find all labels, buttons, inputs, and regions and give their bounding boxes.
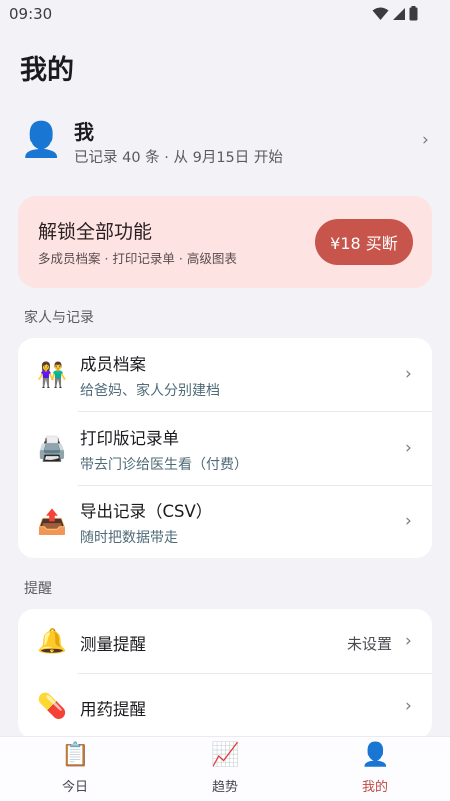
menu-item-print-record[interactable]: 🖨️ 打印版记录单 带去门诊给医生看（付费） › [18,412,432,485]
menu-item-title: 打印版记录单 [80,429,179,448]
bottom-nav: 📋 今日 📈 趋势 👤 我的 [0,736,450,801]
menu-item-title: 成员档案 [80,355,146,374]
status-bar: 09:30 [0,0,450,28]
nav-label: 我的 [361,780,388,795]
chevron-right-icon: › [422,130,429,150]
buy-button[interactable]: ¥18 买断 [315,219,413,265]
page-title: 我的 [20,55,74,86]
chevron-right-icon: › [405,696,412,716]
section-header-family-records: 家人与记录 [24,310,94,326]
person-icon: 👤 [361,742,390,768]
menu-item-subtitle: 带去门诊给医生看（付费） [80,457,248,473]
nav-tab-today[interactable]: 📋 今日 [0,737,150,801]
menu-item-measure-reminder[interactable]: 🔔 测量提醒 未设置 › [18,609,432,673]
chevron-right-icon: › [405,364,412,384]
bell-icon: 🔔 [37,627,67,655]
nav-label: 趋势 [211,780,238,795]
menu-item-subtitle: 随时把数据带走 [80,530,178,546]
nav-tab-trends[interactable]: 📈 趋势 [150,737,300,801]
menu-item-title: 导出记录（CSV） [80,502,213,521]
profile-name: 我 [74,120,94,144]
avatar-icon: 👤 [20,120,63,160]
printer-icon: 🖨️ [37,435,67,463]
menu-item-title: 测量提醒 [80,635,146,654]
reminders-card: 🔔 测量提醒 未设置 › 💊 用药提醒 › [18,609,432,739]
signal-icon [393,7,405,20]
family-records-card: 👫 成员档案 给爸妈、家人分别建档 › 🖨️ 打印版记录单 带去门诊给医生看（付… [18,338,432,558]
wifi-icon [372,7,389,20]
chevron-right-icon: › [405,438,412,458]
status-time: 09:30 [9,5,53,23]
section-header-reminders: 提醒 [24,581,52,597]
pill-icon: 💊 [37,692,67,720]
promo-title: 解锁全部功能 [38,221,153,243]
chevron-right-icon: › [405,631,412,651]
nav-tab-mine[interactable]: 👤 我的 [300,737,450,801]
profile-subtitle: 已记录 40 条 · 从 9月15日 开始 [74,150,283,166]
menu-item-subtitle: 给爸妈、家人分别建档 [80,383,220,399]
battery-icon [409,6,418,21]
menu-item-title: 用药提醒 [80,700,146,719]
chevron-right-icon: › [405,511,412,531]
family-icon: 👫 [37,361,67,389]
menu-item-export-csv[interactable]: 📤 导出记录（CSV） 随时把数据带走 › [18,486,432,558]
trend-chart-icon: 📈 [211,742,240,768]
profile-row[interactable]: 👤 我 已记录 40 条 · 从 9月15日 开始 › [0,108,450,174]
nav-label: 今日 [61,780,88,795]
menu-item-medication-reminder[interactable]: 💊 用药提醒 › [18,674,432,739]
promo-subtitle: 多成员档案 · 打印记录单 · 高级图表 [38,251,237,266]
clipboard-icon: 📋 [61,742,90,768]
unlock-promo-card[interactable]: 解锁全部功能 多成员档案 · 打印记录单 · 高级图表 ¥18 买断 [18,196,432,288]
reminder-status: 未设置 [346,635,392,653]
export-icon: 📤 [37,508,67,536]
menu-item-member-profiles[interactable]: 👫 成员档案 给爸妈、家人分别建档 › [18,338,432,411]
